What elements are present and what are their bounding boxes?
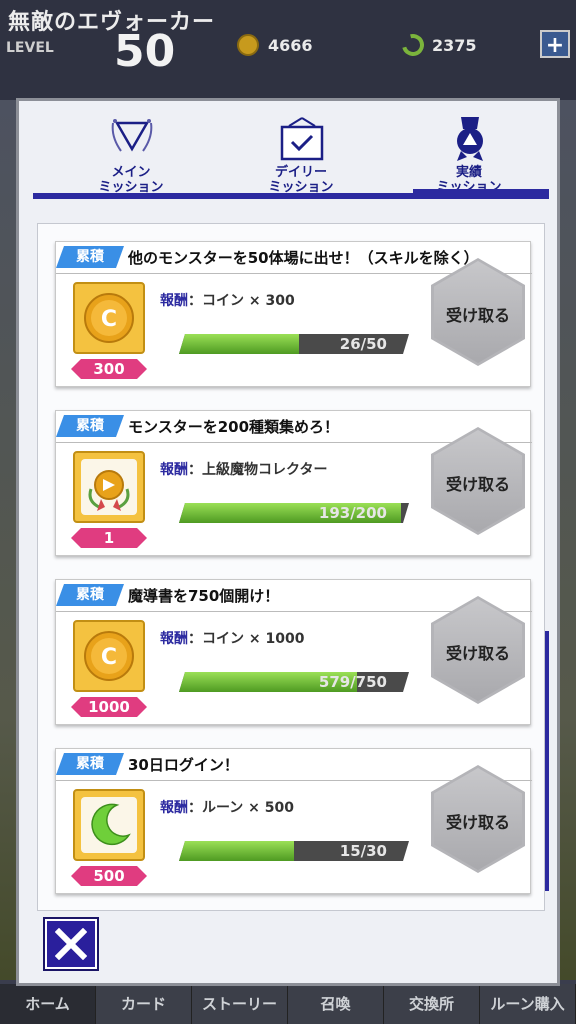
tab-main-mission[interactable]: メイン ミッション: [71, 111, 191, 197]
bottom-nav: ホーム カード ストーリー 召喚 交換所 ルーン購入: [0, 984, 576, 1024]
mission-tabs: メイン ミッション デイリー ミッション 実績 ミッション: [31, 101, 549, 199]
reward-item: C: [73, 620, 145, 692]
reward-description: 報酬：ルーン × 500: [160, 797, 294, 817]
cumulative-badge: 累積: [56, 753, 124, 775]
mission-dialog: メイン ミッション デイリー ミッション 実績 ミッション 累積 他のモンスター…: [16, 98, 560, 986]
reward-label: 報酬: [160, 800, 188, 816]
nav-story[interactable]: ストーリー: [192, 984, 288, 1024]
cumulative-badge: 累積: [56, 584, 124, 606]
rune-icon: [397, 29, 429, 61]
close-button[interactable]: [45, 919, 97, 969]
progress-text: 26/50: [339, 335, 387, 353]
claim-button[interactable]: 受け取る: [431, 427, 525, 535]
reward-value: ：コイン × 1000: [188, 631, 305, 647]
triangle-laurel-icon: [111, 119, 153, 152]
tab-label: デイリー ミッション: [268, 165, 334, 195]
svg-text:C: C: [101, 645, 117, 670]
mission-title: 魔導書を750個開け！: [128, 587, 280, 605]
top-status-bar: 無敵のエヴォーカー LEVEL 50 4666 2375 +: [0, 0, 576, 100]
coin-count: 4666: [268, 36, 313, 55]
nav-summon[interactable]: 召喚: [288, 984, 384, 1024]
reward-item: C: [73, 282, 145, 354]
claim-label: 受け取る: [445, 813, 510, 832]
progress-bar: 15/30: [179, 841, 409, 861]
progress-text: 15/30: [339, 842, 387, 860]
close-icon: [55, 928, 87, 960]
claim-button[interactable]: 受け取る: [431, 258, 525, 366]
coin-icon: C: [84, 293, 134, 343]
tab-achievement-mission[interactable]: 実績 ミッション: [409, 111, 529, 197]
progress-fill: [179, 841, 294, 861]
reward-label: 報酬: [160, 631, 188, 647]
svg-text:C: C: [101, 307, 117, 332]
reward-label: 報酬: [160, 293, 188, 309]
mission-card: 累積 魔導書を750個開け！ C 1000 報酬：コイン × 1000 579/…: [55, 579, 532, 725]
mission-card: 累積 30日ログイン！ 500 報酬：ルーン × 500 15/30 受け取る: [55, 748, 532, 894]
claim-button[interactable]: 受け取る: [431, 765, 525, 873]
tab-underline: [33, 189, 549, 199]
progress-bar: 579/750: [179, 672, 409, 692]
reward-count: 300: [71, 359, 147, 379]
reward-item: [73, 451, 145, 523]
reward-count: 1: [71, 528, 147, 548]
reward-description: 報酬：上級魔物コレクター: [160, 459, 327, 479]
level-value: 50: [114, 26, 176, 77]
reward-value: ：上級魔物コレクター: [188, 462, 328, 478]
reward-value: ：コイン × 300: [188, 293, 295, 309]
reward-label: 報酬: [160, 462, 188, 478]
reward-item: [73, 789, 145, 861]
claim-button[interactable]: 受け取る: [431, 596, 525, 704]
mission-title: 30日ログイン！: [128, 756, 239, 774]
scrollbar[interactable]: [545, 631, 549, 891]
nav-home[interactable]: ホーム: [0, 984, 96, 1024]
calendar-check-icon: [280, 117, 324, 161]
progress-bar: 26/50: [179, 334, 409, 354]
medal-badge-icon: [81, 459, 137, 515]
claim-label: 受け取る: [445, 475, 510, 494]
reward-count: 500: [71, 866, 147, 886]
nav-rune-shop[interactable]: ルーン購入: [480, 984, 576, 1024]
progress-text: 579/750: [318, 673, 387, 691]
rune-icon: [81, 797, 137, 853]
claim-label: 受け取る: [445, 644, 510, 663]
mission-card: 累積 モンスターを200種類集めろ！ 1 報酬：上級魔物コレクター 193/20…: [55, 410, 532, 556]
tab-daily-mission[interactable]: デイリー ミッション: [241, 111, 361, 197]
reward-description: 報酬：コイン × 300: [160, 290, 295, 310]
progress-bar: 193/200: [179, 503, 409, 523]
coin-icon: [237, 34, 259, 56]
player-name: 無敵のエヴォーカー: [8, 10, 216, 35]
nav-exchange[interactable]: 交換所: [384, 984, 480, 1024]
progress-text: 193/200: [318, 504, 387, 522]
level-label: LEVEL: [6, 40, 54, 56]
reward-description: 報酬：コイン × 1000: [160, 628, 304, 648]
mission-title: モンスターを200種類集めろ！: [128, 418, 340, 436]
medal-icon: [457, 117, 483, 161]
cumulative-badge: 累積: [56, 246, 124, 268]
nav-cards[interactable]: カード: [96, 984, 192, 1024]
reward-count: 1000: [71, 697, 147, 717]
mission-card: 累積 他のモンスターを50体場に出せ！（スキルを除く） C 300 報酬：コイン…: [55, 241, 532, 387]
progress-fill: [179, 334, 299, 354]
reward-value: ：ルーン × 500: [188, 800, 295, 816]
rune-count: 2375: [432, 36, 477, 55]
tab-label: メイン ミッション: [98, 165, 164, 195]
mission-list[interactable]: 累積 他のモンスターを50体場に出せ！（スキルを除く） C 300 報酬：コイン…: [37, 223, 545, 911]
coin-icon: C: [84, 631, 134, 681]
mission-title: 他のモンスターを50体場に出せ！（スキルを除く）: [128, 249, 479, 267]
cumulative-badge: 累積: [56, 415, 124, 437]
claim-label: 受け取る: [445, 306, 510, 325]
add-currency-button[interactable]: +: [540, 30, 570, 58]
